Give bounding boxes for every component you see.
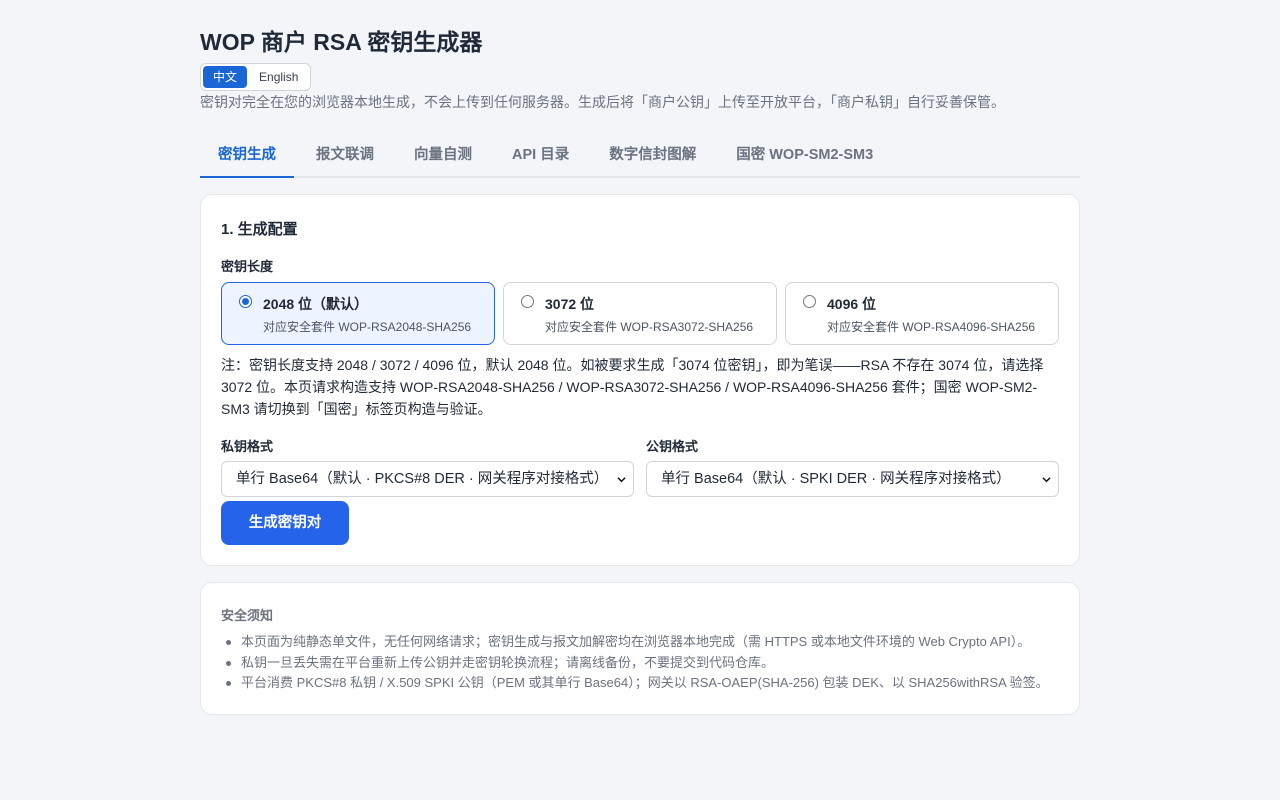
key-length-option-4096[interactable]: 4096 位 对应安全套件 WOP-RSA4096-SHA256 (785, 282, 1059, 345)
lang-chinese-button[interactable]: 中文 (203, 66, 248, 88)
option-description: 对应安全套件 WOP-RSA2048-SHA256 (263, 320, 472, 334)
key-length-option-2048[interactable]: 2048 位（默认） 对应安全套件 WOP-RSA2048-SHA256 (221, 282, 495, 345)
generate-keypair-button[interactable]: 生成密钥对 (221, 501, 349, 545)
public-key-format-select[interactable]: 单行 Base64（默认 · SPKI DER · 网关程序对接格式） (646, 461, 1059, 497)
private-key-format-select[interactable]: 单行 Base64（默认 · PKCS#8 DER · 网关程序对接格式） (221, 461, 634, 497)
tab-key-generation[interactable]: 密钥生成 (200, 136, 294, 178)
option-title: 2048 位（默认） (263, 296, 369, 312)
option-description: 对应安全套件 WOP-RSA4096-SHA256 (827, 320, 1036, 334)
option-description: 对应安全套件 WOP-RSA3072-SHA256 (545, 320, 754, 334)
config-section-title: 1. 生成配置 (221, 221, 298, 238)
option-title: 3072 位 (545, 296, 595, 312)
tab-api-catalog[interactable]: API 目录 (494, 136, 587, 178)
radio-2048[interactable] (239, 295, 252, 308)
list-item: 私钥一旦丢失需在平台重新上传公钥并走密钥轮换流程；请离线备份，不要提交到代码仓库… (226, 653, 1071, 674)
lang-english-button[interactable]: English (249, 66, 308, 88)
public-key-format-label: 公钥格式 (646, 439, 699, 454)
chevron-down-icon (1042, 477, 1051, 483)
security-notice-list: 本页面为纯静态单文件，无任何网络请求；密钥生成与报文加解密均在浏览器本地完成（需… (226, 632, 1071, 694)
list-item: 本页面为纯静态单文件，无任何网络请求；密钥生成与报文加解密均在浏览器本地完成（需… (226, 632, 1071, 653)
language-switch: 中文 English (200, 63, 311, 91)
page-subtitle: 密钥对完全在您的浏览器本地生成，不会上传到任何服务器。生成后将「商户公钥」上传至… (200, 94, 1005, 110)
security-notice-title: 安全须知 (221, 608, 274, 623)
private-key-format-label: 私钥格式 (221, 439, 274, 454)
tab-message-debug[interactable]: 报文联调 (298, 136, 392, 178)
radio-4096[interactable] (803, 295, 816, 308)
public-key-format-value: 单行 Base64（默认 · SPKI DER · 网关程序对接格式） (661, 471, 1011, 487)
tab-digital-envelope[interactable]: 数字信封图解 (591, 136, 714, 178)
config-card: 1. 生成配置 密钥长度 2048 位（默认） 对应安全套件 WOP-RSA20… (200, 194, 1080, 566)
key-length-note: 注：密钥长度支持 2048 / 3072 / 4096 位，默认 2048 位。… (221, 357, 1044, 417)
private-key-format-value: 单行 Base64（默认 · PKCS#8 DER · 网关程序对接格式） (236, 471, 609, 487)
chevron-down-icon (617, 477, 626, 483)
radio-3072[interactable] (521, 295, 534, 308)
security-notice-card: 安全须知 本页面为纯静态单文件，无任何网络请求；密钥生成与报文加解密均在浏览器本… (200, 582, 1080, 715)
tab-sm2-sm3[interactable]: 国密 WOP-SM2-SM3 (718, 136, 891, 178)
key-length-options: 2048 位（默认） 对应安全套件 WOP-RSA2048-SHA256 307… (221, 282, 1059, 345)
option-title: 4096 位 (827, 296, 877, 312)
tab-bar: 密钥生成 报文联调 向量自测 API 目录 数字信封图解 国密 WOP-SM2-… (200, 136, 1080, 178)
tab-vector-test[interactable]: 向量自测 (396, 136, 490, 178)
page-title: WOP 商户 RSA 密钥生成器 (200, 29, 483, 55)
key-length-option-3072[interactable]: 3072 位 对应安全套件 WOP-RSA3072-SHA256 (503, 282, 777, 345)
key-length-label: 密钥长度 (221, 259, 274, 274)
list-item: 平台消费 PKCS#8 私钥 / X.509 SPKI 公钥（PEM 或其单行 … (226, 673, 1071, 694)
